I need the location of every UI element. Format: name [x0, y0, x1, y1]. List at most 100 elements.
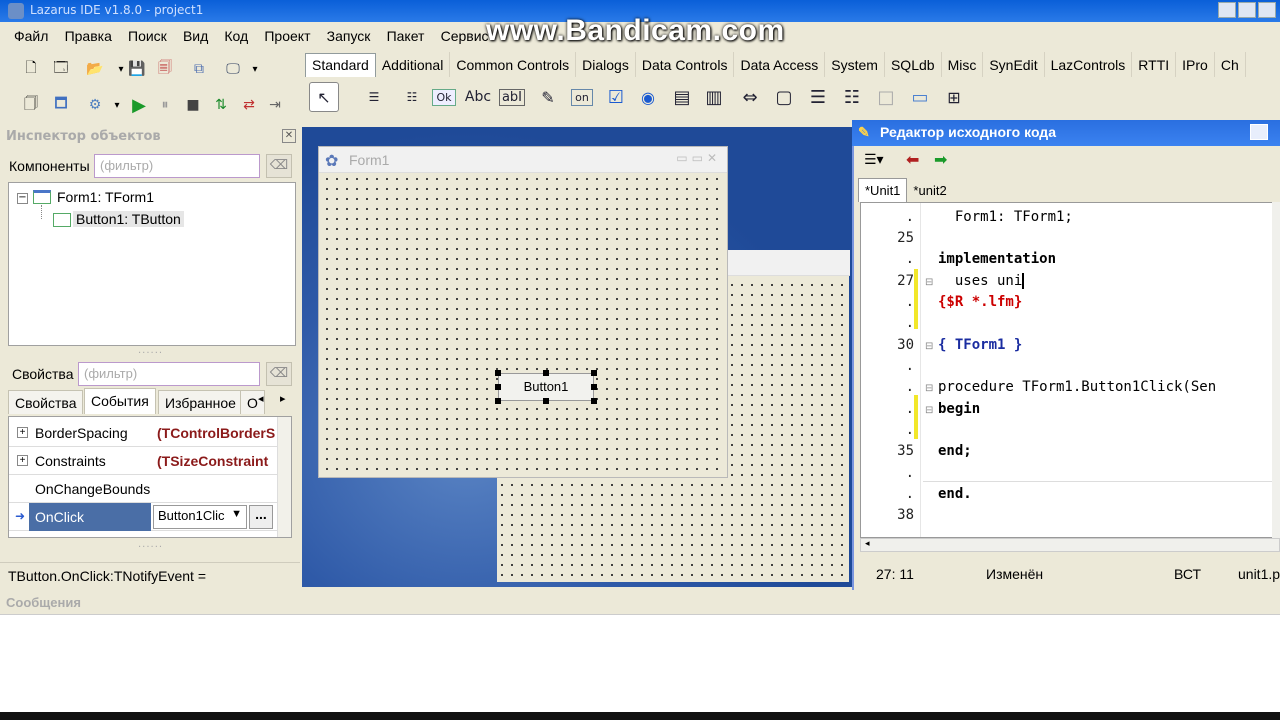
run-icon[interactable]: ▶	[128, 94, 150, 116]
view-units-icon[interactable]: 🗍	[20, 94, 42, 116]
tlabel-icon[interactable]: Abc	[463, 82, 493, 112]
tab-synedit[interactable]: SynEdit	[983, 52, 1045, 77]
fold-icon[interactable]: ⊟	[925, 277, 933, 288]
tradiogroup-icon[interactable]: ☰	[803, 82, 833, 112]
menu-run[interactable]: Запуск	[321, 22, 377, 50]
fold-icon[interactable]: ⊟	[925, 383, 933, 394]
tmemo-icon[interactable]: ✎	[533, 82, 563, 112]
selection-handle[interactable]	[591, 384, 597, 390]
view-forms-icon[interactable]: 🖵	[222, 58, 244, 80]
tmainmenu-icon[interactable]: ☰	[359, 82, 389, 112]
clear-props-filter-icon[interactable]: ⌫	[266, 362, 292, 386]
tab-rtti[interactable]: RTTI	[1132, 52, 1177, 77]
close-button[interactable]	[1258, 2, 1276, 18]
tab-ipro[interactable]: IPro	[1176, 52, 1215, 77]
tab-common-controls[interactable]: Common Controls	[450, 52, 577, 77]
tgroupbox-icon[interactable]: ▢	[769, 82, 799, 112]
grid-row[interactable]: + BorderSpacing (TControlBorderS	[9, 419, 281, 447]
selection-handle[interactable]	[495, 384, 501, 390]
tab-standard[interactable]: Standard	[305, 53, 376, 77]
splitter-grip[interactable]: ······	[138, 542, 163, 553]
selection-handle[interactable]	[543, 398, 549, 404]
tab-additional[interactable]: Additional	[376, 52, 451, 77]
editor-minimize-button[interactable]	[1250, 124, 1268, 140]
property-value[interactable]: (TControlBorderS	[157, 425, 275, 441]
tcombobox-icon[interactable]: ▥	[699, 82, 729, 112]
menu-view[interactable]: Вид	[177, 22, 214, 50]
build-modes-icon[interactable]: ⚙	[84, 94, 106, 116]
save-all-icon[interactable]: 🗐	[154, 58, 176, 80]
tscrollbar-icon[interactable]: ⇔	[735, 82, 765, 112]
step-into-icon[interactable]: ⇅	[210, 94, 232, 116]
view-form-list-icon[interactable]: 🗖	[50, 94, 72, 116]
form1-window[interactable]: ✿ Form1 ▭▭✕ Button1	[318, 146, 728, 478]
tab-misc[interactable]: Misc	[942, 52, 984, 77]
tab-dialogs[interactable]: Dialogs	[576, 52, 636, 77]
tlistbox-icon[interactable]: ▤	[667, 82, 697, 112]
tab-system[interactable]: System	[825, 52, 885, 77]
forward-arrow-icon[interactable]: ➡	[934, 150, 947, 169]
code-vertical-scrollbar[interactable]	[1272, 202, 1280, 538]
save-icon[interactable]: 💾	[126, 58, 148, 80]
properties-filter-input[interactable]: (фильтр)	[78, 362, 260, 386]
expand-icon[interactable]: +	[17, 427, 28, 438]
inspector-close-icon[interactable]: ✕	[282, 129, 296, 143]
fold-icon[interactable]: ⊟	[925, 341, 933, 352]
scroll-left-icon[interactable]: ◂	[865, 539, 870, 549]
tab-sqldb[interactable]: SQLdb	[885, 52, 942, 77]
tpopupmenu-icon[interactable]: ☷	[397, 82, 427, 112]
tab-lazcontrols[interactable]: LazControls	[1045, 52, 1133, 77]
tactionlist-icon[interactable]: ⊞	[939, 82, 969, 112]
tab-unit2[interactable]: *unit2	[907, 179, 952, 202]
stop-icon[interactable]: ■	[182, 94, 204, 116]
menu-code[interactable]: Код	[218, 22, 254, 50]
grid-row[interactable]: + Constraints (TSizeConstraint	[9, 447, 281, 475]
pause-icon[interactable]: ⏸	[154, 94, 176, 116]
collapse-icon[interactable]: −	[17, 193, 28, 204]
tedit-icon[interactable]: abI	[498, 88, 526, 106]
tab-data-controls[interactable]: Data Controls	[636, 52, 735, 77]
code-area[interactable]: . 25 . 27 . . 30 . . . . 35 . . 38 ⊟ ⊟ ⊟…	[860, 202, 1280, 538]
tframe-icon[interactable]: ▭	[905, 82, 935, 112]
code-horizontal-scrollbar[interactable]: ◂	[860, 538, 1280, 552]
tree-node-form1[interactable]: Form1: TForm1	[57, 189, 154, 205]
selection-handle[interactable]	[543, 370, 549, 376]
new-form-icon[interactable]: 🗔	[50, 58, 72, 80]
build-dropdown-icon[interactable]: ▾	[106, 94, 128, 116]
property-value[interactable]: (TSizeConstraint	[157, 453, 268, 469]
maximize-button[interactable]	[1238, 2, 1256, 18]
toggle-form-icon[interactable]: ⧉	[188, 58, 210, 80]
tab-chart[interactable]: Ch	[1215, 52, 1246, 77]
minimize-button[interactable]	[1218, 2, 1236, 18]
pointer-icon[interactable]: ↖	[309, 82, 339, 112]
form1-canvas[interactable]: Button1	[322, 174, 725, 474]
view-dropdown-icon[interactable]: ▾	[244, 58, 266, 80]
button1[interactable]: Button1	[498, 373, 594, 401]
ellipsis-button[interactable]: ...	[249, 505, 273, 529]
tab-events[interactable]: События	[84, 388, 156, 414]
menu-project[interactable]: Проект	[258, 22, 316, 50]
menu-edit[interactable]: Правка	[59, 22, 118, 50]
tbutton-icon[interactable]: Ok	[432, 88, 456, 106]
tab-properties[interactable]: Свойства	[8, 390, 84, 414]
menu-package[interactable]: Пакет	[381, 22, 431, 50]
selection-handle[interactable]	[591, 370, 597, 376]
selection-handle[interactable]	[591, 398, 597, 404]
menu-file[interactable]: Файл	[8, 22, 54, 50]
tradiobutton-icon[interactable]: ◉	[633, 82, 663, 112]
tabs-left-arrow-icon[interactable]: ◂	[258, 392, 264, 405]
messages-panel[interactable]	[0, 614, 1280, 712]
grid-scrollbar[interactable]	[277, 417, 291, 537]
tab-unit1[interactable]: *Unit1	[858, 178, 908, 202]
editor-menu-icon[interactable]: ☰▾	[864, 152, 884, 168]
event-handler-combobox[interactable]: Button1Clic ▼	[153, 505, 247, 529]
step-over-icon[interactable]: ⇄	[238, 94, 260, 116]
tab-favorites[interactable]: Избранное	[158, 390, 243, 414]
tab-data-access[interactable]: Data Access	[734, 52, 826, 77]
clear-filter-icon[interactable]: ⌫	[266, 154, 292, 178]
form-window-buttons[interactable]: ▭▭✕	[676, 151, 721, 165]
step-out-icon[interactable]: ⇥	[264, 94, 286, 116]
ttogglebox-icon[interactable]: on	[571, 88, 593, 106]
menu-search[interactable]: Поиск	[122, 22, 173, 50]
tcheckbox-icon[interactable]: ☑	[601, 82, 631, 112]
